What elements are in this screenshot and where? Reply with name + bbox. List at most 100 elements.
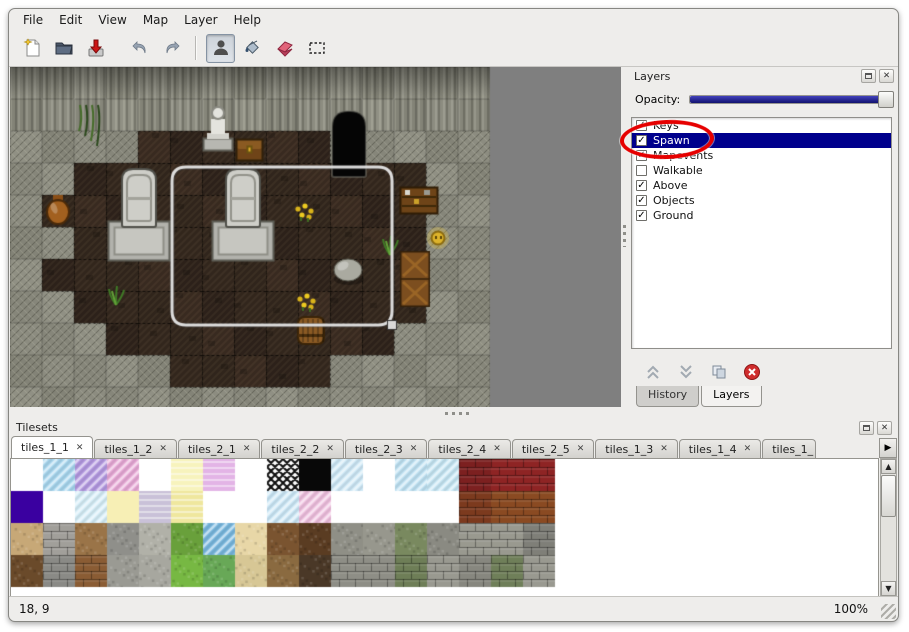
- tab-close-icon[interactable]: ✕: [660, 444, 668, 454]
- tileset-tab-tiles_1_1[interactable]: tiles_1_1 ✕: [11, 436, 93, 458]
- stamp-button[interactable]: [206, 34, 235, 63]
- move-up-icon: [644, 364, 662, 380]
- tileset-tab-tiles_1_4[interactable]: tiles_1_4✕: [679, 439, 761, 458]
- new-file-button[interactable]: [17, 34, 46, 63]
- tileset-tab-label: tiles_2_2: [271, 443, 319, 456]
- layers-close-button[interactable]: ✕: [879, 69, 894, 83]
- tileset-tab-tiles_1[interactable]: tiles_1_: [762, 439, 816, 458]
- status-bar: 18, 9 100%: [9, 596, 898, 621]
- opacity-slider[interactable]: [689, 95, 893, 104]
- scrollbar-thumb[interactable]: [881, 475, 896, 517]
- tab-close-icon[interactable]: ✕: [243, 444, 251, 454]
- layer-row-walkable[interactable]: Walkable: [632, 163, 891, 178]
- select-icon: [306, 37, 328, 59]
- menu-view[interactable]: View: [90, 10, 134, 30]
- layer-label: Keys: [653, 119, 679, 132]
- float-icon: [865, 73, 872, 79]
- layers-panel-title: Layers: [634, 70, 858, 83]
- layers-panel-header: Layers ✕: [628, 67, 896, 85]
- layer-checkbox[interactable]: ✓: [636, 210, 647, 221]
- splitter-handle-icon: [623, 225, 626, 247]
- tab-close-icon[interactable]: ✕: [159, 444, 167, 454]
- scroll-up-button[interactable]: ▲: [881, 459, 896, 474]
- fill-button[interactable]: [238, 34, 267, 63]
- page: FileEditViewMapLayerHelp Layers ✕ Opacit…: [0, 0, 909, 632]
- tileset-grid: [10, 458, 879, 597]
- layer-label: Mapevents: [653, 149, 713, 162]
- map-viewport: [10, 67, 621, 407]
- layer-row-above[interactable]: ✓ Above: [632, 178, 891, 193]
- layer-checkbox[interactable]: ✓: [636, 180, 647, 191]
- move-up-button[interactable]: [644, 364, 662, 380]
- tileset-tab-label: tiles_1_: [772, 443, 813, 456]
- layer-label: Ground: [653, 209, 693, 222]
- tabs-scroll-right-button[interactable]: ▶: [879, 438, 897, 458]
- tab-close-icon[interactable]: ✕: [744, 444, 752, 454]
- select-button[interactable]: [302, 34, 331, 63]
- layer-checkbox[interactable]: [636, 165, 647, 176]
- undo-icon: [129, 37, 151, 59]
- tileset-scrollbar[interactable]: ▲ ▼: [880, 458, 897, 597]
- eraser-icon: [274, 37, 296, 59]
- tab-layers[interactable]: Layers: [701, 386, 761, 407]
- menu-help[interactable]: Help: [226, 10, 269, 30]
- tileset-tab-tiles_2_5[interactable]: tiles_2_5✕: [512, 439, 594, 458]
- tilesets-panel: Tilesets ✕ tiles_1_1✕tiles_1_2✕tiles_2_1…: [9, 419, 898, 598]
- open-folder-icon: [53, 37, 75, 59]
- save-button[interactable]: [81, 34, 110, 63]
- layers-float-button[interactable]: [861, 69, 876, 83]
- tileset-tab-tiles_2_3[interactable]: tiles_2_3✕: [345, 439, 427, 458]
- map-canvas[interactable]: [10, 67, 621, 407]
- menu-edit[interactable]: Edit: [51, 10, 90, 30]
- layer-row-objects[interactable]: ✓Objects: [632, 193, 891, 208]
- horizontal-splitter[interactable]: [9, 407, 898, 419]
- tab-close-icon[interactable]: ✕: [76, 443, 84, 453]
- tab-close-icon[interactable]: ✕: [493, 444, 501, 454]
- vertical-splitter[interactable]: [621, 67, 628, 407]
- layer-checkbox[interactable]: ✓: [636, 135, 647, 146]
- tilesets-float-button[interactable]: [859, 421, 874, 435]
- delete-button[interactable]: [743, 363, 761, 381]
- layer-label: Above: [653, 179, 688, 192]
- tileset-tab-label: tiles_1_1: [21, 441, 69, 454]
- tileset-canvas[interactable]: [11, 459, 863, 589]
- menu-layer[interactable]: Layer: [176, 10, 225, 30]
- scroll-down-button[interactable]: ▼: [881, 581, 896, 596]
- tileset-tab-tiles_1_2[interactable]: tiles_1_2✕: [94, 439, 176, 458]
- layer-actions-toolbar: [644, 360, 761, 384]
- layer-checkbox[interactable]: ✓: [636, 150, 647, 161]
- duplicate-button[interactable]: [710, 364, 728, 380]
- move-down-button[interactable]: [677, 364, 695, 380]
- tab-history[interactable]: History: [636, 386, 699, 407]
- layer-row-ground[interactable]: ✓ Ground: [632, 208, 891, 223]
- eraser-button[interactable]: [270, 34, 299, 63]
- redo-button[interactable]: [157, 34, 186, 63]
- open-folder-button[interactable]: [49, 34, 78, 63]
- duplicate-icon: [710, 364, 728, 380]
- tab-close-icon[interactable]: ✕: [577, 444, 585, 454]
- opacity-label: Opacity:: [635, 93, 680, 106]
- layer-checkbox[interactable]: ✓: [636, 195, 647, 206]
- undo-button[interactable]: [125, 34, 154, 63]
- tab-close-icon[interactable]: ✕: [326, 444, 334, 454]
- opacity-slider-handle[interactable]: [878, 91, 894, 108]
- menu-file[interactable]: File: [15, 10, 51, 30]
- opacity-row: Opacity:: [635, 89, 893, 109]
- redo-icon: [161, 37, 183, 59]
- tileset-tab-tiles_1_3[interactable]: tiles_1_3✕: [595, 439, 677, 458]
- layer-row-keys[interactable]: ✓ Keys: [632, 118, 891, 133]
- layer-checkbox[interactable]: ✓: [636, 120, 647, 131]
- float-icon: [863, 425, 870, 431]
- menu-map[interactable]: Map: [135, 10, 176, 30]
- tab-close-icon[interactable]: ✕: [410, 444, 418, 454]
- layer-row-mapevents[interactable]: ✓ Mapevents: [632, 148, 891, 163]
- tilesets-close-button[interactable]: ✕: [877, 421, 892, 435]
- tileset-tab-tiles_2_4[interactable]: tiles_2_4 ✕: [428, 439, 510, 458]
- tileset-tab-tiles_2_2[interactable]: tiles_2_2 ✕: [261, 439, 343, 458]
- toolbar: [9, 30, 898, 67]
- tileset-tab-label: tiles_2_4: [438, 443, 486, 456]
- tileset-tab-tiles_2_1[interactable]: tiles_2_1✕: [178, 439, 260, 458]
- resize-grip[interactable]: [881, 604, 896, 619]
- close-icon: ✕: [881, 424, 888, 432]
- layer-row-spawn[interactable]: ✓Spawn: [632, 133, 891, 148]
